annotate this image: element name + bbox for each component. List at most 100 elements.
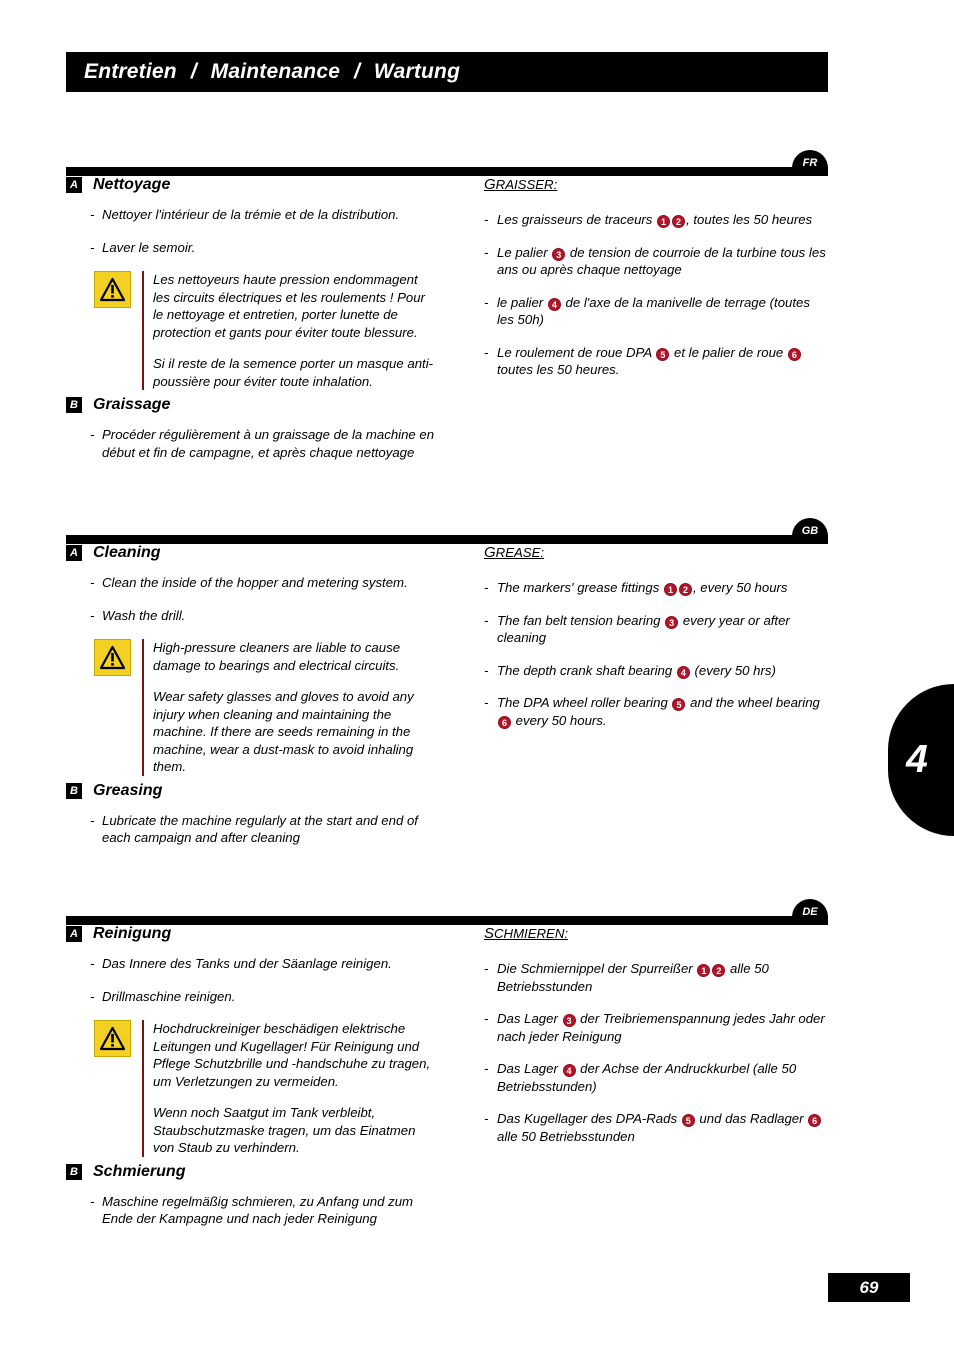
list-dash: - [484,1011,489,1027]
callout-number-badge: 5 [672,698,686,712]
section-rule-wrap: GB [66,518,828,544]
right-column: GREASE: - The markers' grease fittings 12,… [484,544,828,744]
grease-heading-initial: G [484,176,496,193]
title-separator-1: / [190,60,197,83]
page-title-fr: Entretien [84,60,177,83]
language-block-gb: GB A Cleaning - Clean the inside of the hopp… [0,518,954,845]
section-title: Nettoyage [93,176,171,193]
warning-text: Hochdruckreiniger beschädigen elektrisch… [142,1020,436,1157]
warning-triangle-icon [94,271,131,309]
callout-number-badge: 4 [676,665,690,679]
section-letter-badge: A [66,545,82,561]
language-badge-gb: GB [792,518,828,544]
warning-callout: High-pressure cleaners are liable to cau… [66,639,436,776]
section-letter-badge: B [66,1163,82,1180]
section-title: Cleaning [93,544,161,561]
section-heading-a: A Nettoyage [66,176,436,194]
callout-number-badge: 5 [656,347,670,361]
grease-heading-initial: S [484,925,495,942]
warning-paragraph: Si il reste de la semence porter un masq… [153,356,434,389]
page-title-bar: Entretien / Maintenance / Wartung [66,52,828,92]
grease-item-text: Le palier 3 de tension de courroie de la… [497,244,826,278]
list-item-text: Drillmaschine reinigen. [102,988,236,1004]
warning-triangle-icon [94,1020,131,1058]
grease-item-text: le palier 4 de l'axe de la manivelle de … [497,294,810,328]
list-dash: - [90,607,95,623]
list-dash: - [484,961,489,976]
warning-paragraph: Wenn noch Saatgut im Tank verbleibt, Sta… [153,1105,416,1156]
page-title-en: Maintenance [210,60,341,83]
page-number: 69 [828,1273,910,1302]
callout-number-badge: 1 [657,215,671,228]
section-letter-badge: A [66,177,82,193]
list-item-text: Procéder régulièrement à un graissage de… [102,427,435,460]
list-dash: - [484,580,489,595]
section-heading-b: B Greasing [66,782,436,800]
list-dash: - [484,212,489,227]
list-dash: - [90,812,95,828]
list-item-text: Lubricate the machine regularly at the s… [102,812,418,846]
grease-item-text: Das Lager 4 der Achse der Andruckkurbel … [497,1061,797,1094]
left-column: A Reinigung - Das Innere des Tanks und der … [66,925,436,1243]
list-dash: - [90,239,95,255]
grease-list-item: - The DPA wheel roller bearing 5 and the … [484,694,828,729]
grease-heading-rest: CHMIEREN: [494,926,569,941]
grease-list-item: - Les graisseurs de traceurs 12, toutes l… [484,211,828,229]
callout-number-badge: 3 [552,247,566,261]
list-item-text: Clean the inside of the hopper and meter… [102,575,408,590]
right-column: GRAISSER: - Les graisseurs de traceurs 12,… [484,176,828,394]
list-dash: - [90,956,95,971]
grease-list-item: - The fan belt tension bearing 3 every ye… [484,612,828,647]
callout-number-badge: 1 [697,964,711,977]
warning-text: High-pressure cleaners are liable to cau… [142,639,436,776]
list-item-text: Wash the drill. [102,607,186,623]
language-badge-de: DE [792,899,828,925]
section-title: Schmierung [93,1162,186,1180]
list-item: - Maschine regelmäßig schmieren, zu Anfan… [66,1193,436,1228]
section-divider-rule [66,535,828,544]
language-badge-fr: FR [792,150,828,176]
callout-number-badge: 3 [665,615,679,629]
grease-heading-initial: G [484,544,496,561]
callout-number-badge: 2 [712,964,726,977]
callout-number-badge: 4 [562,1064,576,1078]
left-column: A Cleaning - Clean the inside of the hopper… [66,544,436,862]
list-item: - Laver le semoir. [66,239,436,257]
list-item-text: Das Innere des Tanks und der Säanlage re… [102,956,392,971]
page-title-de: Wartung [373,60,461,83]
warning-callout: Hochdruckreiniger beschädigen elektrisch… [66,1020,436,1157]
warning-paragraph: Hochdruckreiniger beschädigen elektrisch… [153,1021,431,1089]
grease-list-item: - The depth crank shaft bearing 4 (every … [484,662,828,680]
grease-list-item: - Das Lager 3 der Treibriemenspannung jed… [484,1010,828,1045]
section-rule-wrap: DE [66,899,828,925]
grease-item-text: The markers' grease fittings 12, every 5… [497,580,788,596]
warning-paragraph: Wear safety glasses and gloves to avoid … [153,689,414,775]
list-dash: - [484,344,489,360]
list-item: - Drillmaschine reinigen. [66,988,436,1006]
list-dash: - [484,612,489,628]
grease-item-text: Le roulement de roue DPA 5 et le palier … [497,344,828,379]
list-item: - Wash the drill. [66,607,436,625]
left-column: A Nettoyage - Nettoyer l'intérieur de la tr… [66,176,436,476]
warning-triangle-icon [94,639,131,677]
list-dash: - [484,244,489,260]
warning-callout: Les nettoyeurs haute pression endommagen… [66,271,436,391]
section-title: Reinigung [93,925,172,942]
list-dash: - [90,575,95,590]
grease-list-item: - Die Schmiernippel der Spurreißer 12 all… [484,960,828,995]
list-item-text: Nettoyer l'intérieur de la trémie et de … [102,207,400,222]
list-dash: - [90,427,95,443]
grease-item-text: The depth crank shaft bearing 4 (every 5… [497,662,776,679]
section-title: Greasing [93,781,163,799]
list-item: - Das Innere des Tanks und der Säanlage r… [66,955,436,973]
section-divider-rule [66,916,828,925]
section-heading-a: A Cleaning [66,544,436,562]
grease-list-item: - Das Kugellager des DPA-Rads 5 und das R… [484,1110,828,1145]
grease-item-text: The DPA wheel roller bearing 5 and the w… [497,695,820,729]
list-dash: - [90,988,95,1004]
section-divider-rule [66,167,828,176]
section-heading-a: A Reinigung [66,925,436,943]
section-letter-badge: B [66,397,82,414]
callout-number-badge: 6 [808,1114,822,1128]
title-separator-2: / [354,60,360,83]
